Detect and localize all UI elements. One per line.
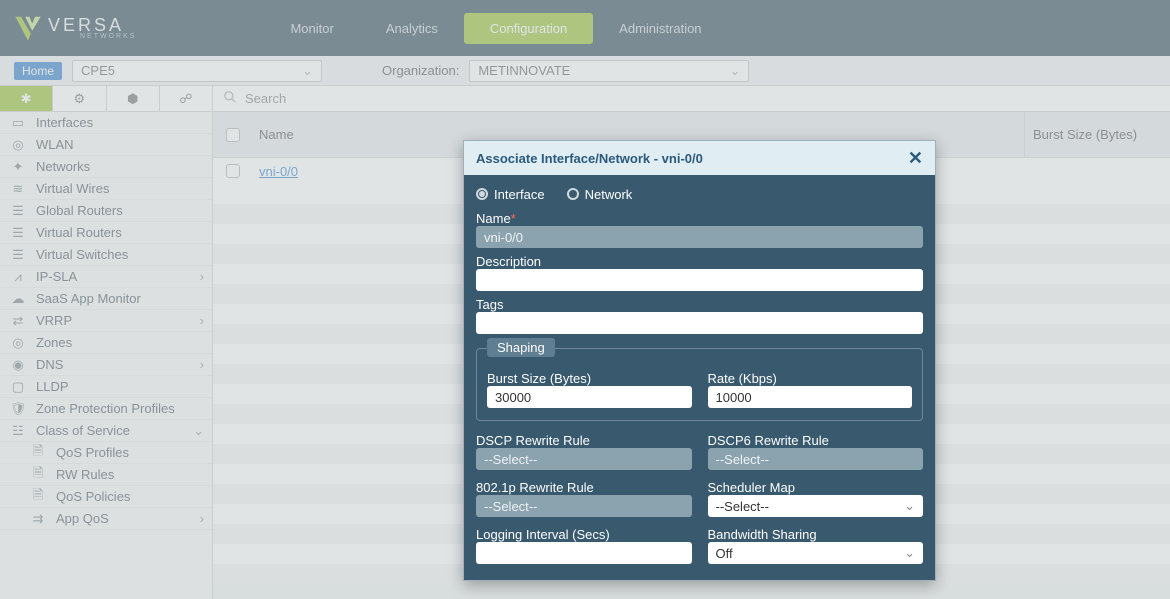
- scheduler-map-value: --Select--: [716, 499, 769, 514]
- close-icon[interactable]: ✕: [908, 148, 923, 169]
- chevron-down-icon: ⌄: [904, 498, 915, 514]
- tags-input[interactable]: [476, 312, 923, 334]
- p8021-rewrite-select[interactable]: --Select--: [476, 495, 692, 517]
- radio-network-label: Network: [585, 187, 633, 202]
- shaping-legend: Shaping: [487, 338, 555, 357]
- radio-network[interactable]: Network: [567, 187, 633, 202]
- dscp-rewrite-label: DSCP Rewrite Rule: [476, 433, 692, 448]
- modal-title: Associate Interface/Network - vni-0/0: [476, 151, 703, 166]
- scheduler-map-select[interactable]: --Select-- ⌄: [708, 495, 924, 517]
- description-input[interactable]: [476, 269, 923, 291]
- associate-interface-modal: Associate Interface/Network - vni-0/0 ✕ …: [463, 140, 936, 581]
- required-mark: *: [511, 211, 516, 226]
- rate-input[interactable]: [708, 386, 913, 408]
- bandwidth-sharing-select[interactable]: Off ⌄: [708, 542, 924, 564]
- p8021-rewrite-label: 802.1p Rewrite Rule: [476, 480, 692, 495]
- bandwidth-sharing-value: Off: [716, 546, 733, 561]
- name-label: Name: [476, 211, 511, 226]
- bandwidth-sharing-label: Bandwidth Sharing: [708, 527, 924, 542]
- shaping-fieldset: Shaping Burst Size (Bytes) Rate (Kbps): [476, 348, 923, 421]
- dscp6-rewrite-select[interactable]: --Select--: [708, 448, 924, 470]
- radio-interface-label: Interface: [494, 187, 545, 202]
- p8021-rewrite-value: --Select--: [484, 499, 537, 514]
- chevron-down-icon: ⌄: [904, 545, 915, 561]
- radio-icon: [567, 188, 579, 200]
- rate-label: Rate (Kbps): [708, 371, 913, 386]
- burst-size-input[interactable]: [487, 386, 692, 408]
- logging-interval-label: Logging Interval (Secs): [476, 527, 692, 542]
- dscp-rewrite-value: --Select--: [484, 452, 537, 467]
- logging-interval-input[interactable]: [476, 542, 692, 564]
- dscp6-rewrite-value: --Select--: [716, 452, 769, 467]
- scheduler-map-label: Scheduler Map: [708, 480, 924, 495]
- radio-interface[interactable]: Interface: [476, 187, 545, 202]
- name-input[interactable]: [476, 226, 923, 248]
- tags-label: Tags: [476, 297, 923, 312]
- burst-size-label: Burst Size (Bytes): [487, 371, 692, 386]
- radio-icon: [476, 188, 488, 200]
- description-label: Description: [476, 254, 923, 269]
- dscp-rewrite-select[interactable]: --Select--: [476, 448, 692, 470]
- dscp6-rewrite-label: DSCP6 Rewrite Rule: [708, 433, 924, 448]
